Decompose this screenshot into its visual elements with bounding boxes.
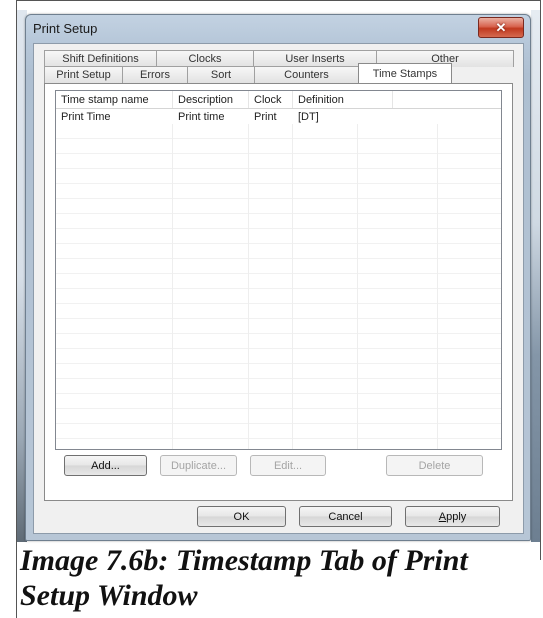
column-header-clock[interactable]: Clock (249, 91, 293, 108)
column-header-description[interactable]: Description (173, 91, 249, 108)
table-row[interactable]: Print Time Print time Print [DT] (56, 109, 501, 124)
list-grid (56, 124, 501, 449)
cancel-button[interactable]: Cancel (299, 506, 392, 527)
tab-errors[interactable]: Errors (122, 66, 188, 83)
figure-caption: Image 7.6b: Timestamp Tab of Print Setup… (20, 544, 468, 612)
tab-counters[interactable]: Counters (254, 66, 359, 83)
apply-label: pply (446, 510, 467, 523)
tab-print-setup[interactable]: Print Setup (44, 66, 123, 83)
dialog-title: Print Setup (33, 21, 98, 36)
list-header: Time stamp name Description Clock Defini… (56, 91, 501, 109)
apply-button[interactable]: Apply (405, 506, 500, 527)
background-window-right (531, 10, 540, 542)
dialog-client-area: Shift Definitions Clocks User Inserts Ot… (33, 43, 524, 534)
apply-mnemonic: A (438, 510, 447, 523)
close-button[interactable]: ✕ (478, 17, 524, 38)
title-bar[interactable]: Print Setup ✕ (26, 15, 530, 43)
delete-button[interactable]: Delete (386, 455, 483, 476)
column-header-name[interactable]: Time stamp name (56, 91, 173, 108)
add-button[interactable]: Add... (64, 455, 147, 476)
cell-clock: Print (254, 110, 277, 123)
document-frame-right (540, 0, 541, 560)
edit-button[interactable]: Edit... (250, 455, 326, 476)
time-stamps-panel: Time stamp name Description Clock Defini… (44, 83, 513, 501)
ok-button[interactable]: OK (197, 506, 286, 527)
column-header-definition[interactable]: Definition (293, 91, 393, 108)
cell-name: Print Time (61, 110, 111, 123)
document-frame-top (16, 0, 541, 1)
tab-row-front: Print Setup Errors Sort Counters Time St… (44, 63, 452, 83)
print-setup-dialog: Print Setup ✕ Shift Definitions Clocks U… (25, 14, 531, 541)
cell-description: Print time (178, 110, 225, 123)
close-icon: ✕ (495, 19, 507, 35)
tab-shift-definitions[interactable]: Shift Definitions (44, 50, 157, 67)
tab-time-stamps[interactable]: Time Stamps (358, 63, 452, 83)
duplicate-button[interactable]: Duplicate... (160, 455, 237, 476)
time-stamp-list[interactable]: Time stamp name Description Clock Defini… (55, 90, 502, 450)
tab-clocks[interactable]: Clocks (156, 50, 254, 67)
tab-sort[interactable]: Sort (187, 66, 255, 83)
cell-definition: [DT] (298, 110, 319, 123)
